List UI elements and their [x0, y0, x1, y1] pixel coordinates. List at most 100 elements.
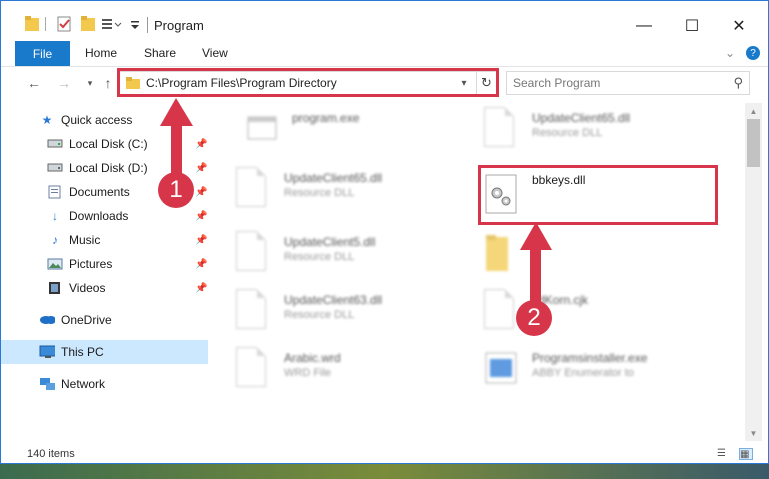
maximize-button[interactable]: ☐	[669, 11, 715, 41]
list-item[interactable]	[484, 227, 724, 283]
cjk-file-icon	[484, 289, 520, 333]
sidebar-item-label: Videos	[69, 281, 106, 295]
pictures-icon	[47, 258, 63, 270]
videos-icon	[49, 282, 60, 294]
list-item[interactable]: Arabic.wrd WRD File	[236, 343, 476, 399]
pin-icon[interactable]: 📌	[195, 211, 207, 222]
file-type: WRD File	[284, 367, 332, 379]
sidebar-item-label: Documents	[69, 185, 130, 199]
pin-icon[interactable]: 📌	[195, 163, 207, 174]
installer-file-icon	[485, 352, 517, 384]
scroll-up-icon[interactable]: ▲	[745, 103, 762, 119]
star-icon: ★	[41, 113, 53, 127]
details-view-icon[interactable]: ☰	[717, 448, 731, 460]
file-name: UpdateClient5.dll	[284, 235, 376, 249]
bbkeys-highlight	[478, 165, 718, 225]
sidebar-item-label: Local Disk (D:)	[69, 161, 148, 175]
recent-locations-icon[interactable]: ▾	[81, 74, 99, 92]
pin-icon[interactable]: 📌	[195, 283, 207, 294]
pin-icon[interactable]: 📌	[195, 259, 207, 270]
pin-icon[interactable]: 📌	[195, 139, 207, 150]
file-name: UpdateClient65.dll	[532, 111, 631, 125]
sidebar-item-label: Downloads	[69, 209, 129, 223]
file-name: Arabic.wrd	[284, 351, 341, 365]
vertical-scrollbar[interactable]: ▲ ▼	[745, 103, 762, 441]
sidebar-item-pictures[interactable]: Pictures 📌	[1, 252, 208, 276]
step-marker-2: 2	[516, 300, 552, 336]
wrd-file-icon	[236, 347, 272, 391]
scroll-down-icon[interactable]: ▼	[745, 425, 762, 441]
folder-icon[interactable]	[25, 15, 39, 33]
download-icon: ↓	[52, 209, 58, 223]
list-item[interactable]: Programsinstaller.exe ABBY Enumerator to	[484, 343, 724, 399]
sidebar-item-network[interactable]: Network	[1, 372, 208, 396]
list-item[interactable]: UpdateClient65.dll Resource DLL	[236, 163, 476, 219]
list-item[interactable]: UpdateClient63.dll Resource DLL	[236, 285, 476, 341]
close-button[interactable]: ✕	[716, 11, 762, 41]
window-title: Program	[154, 18, 204, 33]
pin-icon[interactable]: 📌	[195, 187, 207, 198]
ribbon-tabs: File Home Share View ⌄ ?	[1, 41, 768, 67]
sidebar-item-music[interactable]: ♪ Music 📌	[1, 228, 208, 252]
search-box[interactable]: ⚲	[506, 71, 750, 95]
list-item[interactable]: UpdateClient5.dll Resource DLL	[236, 227, 476, 283]
file-type: Resource DLL	[284, 187, 355, 199]
customize-qa-icon[interactable]	[129, 15, 141, 33]
new-folder-icon[interactable]	[81, 15, 95, 33]
tab-share[interactable]: Share	[144, 46, 176, 60]
navigation-pane: ★ Quick access Local Disk (C:) 📌 Local D…	[1, 103, 211, 441]
dll-file-icon	[236, 167, 272, 211]
back-icon[interactable]: ←	[25, 74, 43, 92]
view-options-icon[interactable]	[101, 15, 123, 33]
search-input[interactable]	[513, 75, 713, 91]
status-bar: 140 items ☰ ▦	[1, 443, 768, 463]
sidebar-item-local-disk-c[interactable]: Local Disk (C:) 📌	[1, 132, 208, 156]
sidebar-item-label: Music	[69, 233, 101, 247]
title-bar: Program — ☐ ✕	[1, 1, 768, 41]
properties-icon[interactable]	[57, 15, 73, 33]
tab-view[interactable]: View	[202, 46, 228, 60]
dll-file-icon	[236, 289, 272, 333]
help-icon[interactable]: ?	[746, 46, 760, 60]
file-type: ABBY Enumerator to	[532, 367, 634, 379]
file-name: Programsinstaller.exe	[532, 351, 648, 365]
drive-icon	[47, 163, 63, 172]
exe-file-icon	[247, 116, 277, 140]
dll-file-icon	[484, 107, 520, 151]
pin-icon[interactable]: 📌	[195, 235, 207, 246]
large-icons-view-icon[interactable]: ▦	[739, 448, 753, 460]
desktop-background	[0, 464, 769, 479]
up-icon[interactable]: ↑	[99, 74, 117, 92]
sidebar-item-label: OneDrive	[61, 313, 112, 327]
step-marker-1: 1	[158, 172, 194, 208]
music-icon: ♪	[52, 233, 58, 247]
item-count: 140 items	[27, 448, 75, 460]
file-type: Resource DLL	[284, 251, 355, 263]
address-bar-highlight	[117, 68, 499, 97]
documents-icon	[48, 185, 61, 199]
sidebar-item-videos[interactable]: Videos 📌	[1, 276, 208, 300]
file-name: program.exe	[292, 111, 360, 125]
sidebar-item-label: This PC	[61, 345, 104, 359]
list-item[interactable]: UpdateClient65.dll Resource DLL	[484, 103, 724, 159]
sidebar-item-quick-access[interactable]: ★ Quick access	[1, 108, 208, 132]
tab-home[interactable]: Home	[85, 46, 117, 60]
cloud-icon	[40, 316, 55, 324]
file-type: Resource DLL	[532, 127, 603, 139]
tab-file[interactable]: File	[15, 41, 70, 66]
expand-ribbon-icon[interactable]: ⌄	[725, 46, 735, 60]
sidebar-item-label: Quick access	[61, 113, 133, 127]
title-separator	[147, 17, 148, 33]
minimize-button[interactable]: —	[621, 11, 667, 41]
forward-icon[interactable]: →	[55, 74, 73, 92]
dll-file-icon	[236, 231, 272, 275]
scrollbar-thumb[interactable]	[747, 119, 760, 167]
file-name: UpdateClient65.dll	[284, 171, 383, 185]
file-list: program.exe UpdateClient65.dll Resource …	[212, 103, 744, 441]
search-icon[interactable]: ⚲	[733, 75, 743, 91]
drive-icon	[47, 139, 63, 148]
list-item[interactable]: program.exe	[244, 103, 484, 159]
sidebar-item-onedrive[interactable]: OneDrive	[1, 308, 208, 332]
sidebar-item-this-pc[interactable]: This PC	[1, 340, 208, 364]
qa-separator	[45, 17, 46, 31]
